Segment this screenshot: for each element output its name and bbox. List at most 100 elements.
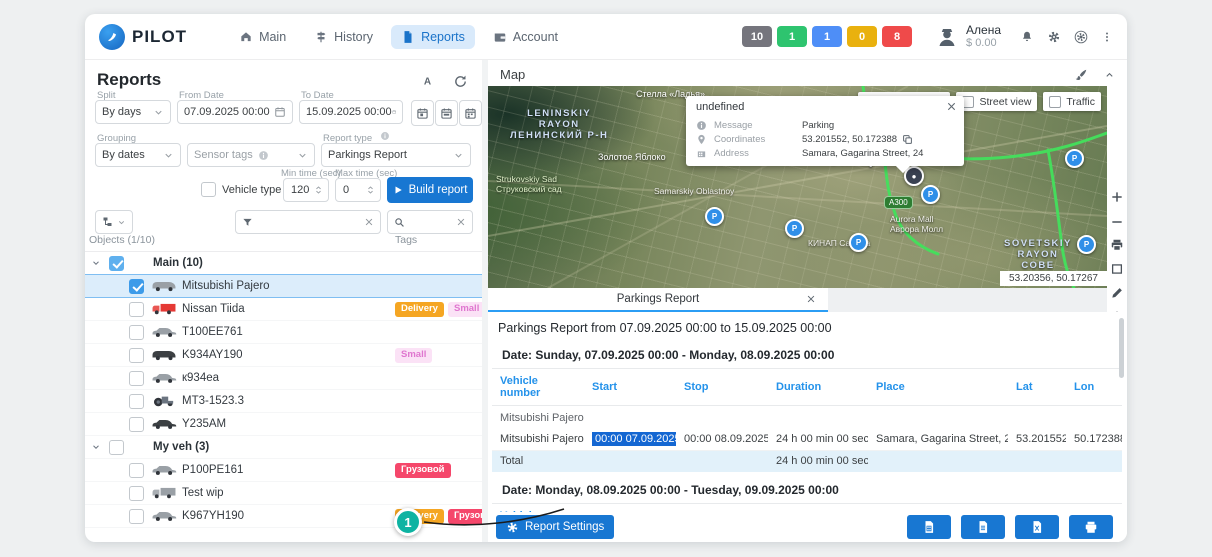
tree-vehicle-row[interactable]: к934ea [85,367,482,390]
clear-search-icon[interactable] [456,217,466,227]
export-pdf-button[interactable] [1015,515,1059,539]
column-header[interactable]: Stop [676,369,768,406]
collapse-map-icon[interactable] [1104,68,1115,82]
pilot-logo[interactable]: PILOT [99,24,187,50]
vehicle-checkbox[interactable] [129,486,144,501]
column-header[interactable]: Lon [1066,503,1122,512]
min-time-input[interactable]: 120 [283,178,329,202]
tree-vehicle-row[interactable]: K967YH190DeliveryГрузовой [85,505,482,528]
popup-close-icon[interactable] [946,101,957,112]
nav-tab-account[interactable]: Account [483,25,568,49]
quick-range-day-button[interactable] [411,100,434,126]
zoom-out-button[interactable] [1110,215,1124,229]
vehicle-checkbox[interactable] [129,394,144,409]
notifications-bell-icon[interactable] [1020,30,1034,44]
nav-tab-history[interactable]: History [304,25,383,49]
vehicle-checkbox[interactable] [129,325,144,340]
user-menu[interactable]: Алена $ 0.00 [935,24,1001,50]
parking-marker[interactable]: P [1065,149,1084,168]
group-checkbox[interactable] [109,256,124,271]
group-checkbox[interactable] [109,440,124,455]
split-select[interactable]: By days [95,100,171,124]
expand-caret-icon[interactable] [91,258,101,268]
close-tab-icon[interactable] [806,294,816,304]
tags-filter-input[interactable] [235,210,381,234]
report-scrollbar[interactable] [1119,318,1124,378]
print-map-button[interactable] [1110,238,1124,252]
parking-marker[interactable]: P [849,233,868,252]
vehicle-checkbox[interactable] [129,463,144,478]
tree-vehicle-row[interactable]: K934AY190Small [85,344,482,367]
column-header[interactable]: Place [868,369,1008,406]
parkings-report-tab[interactable]: Parkings Report [488,288,828,312]
column-header[interactable]: Duration [768,369,868,406]
zoom-in-button[interactable] [1110,190,1124,204]
map-canvas[interactable]: Стелла «Ладья»LENINSKIY RAYON ЛЕНИНСКИЙ … [488,86,1107,288]
print-report-button[interactable] [1069,515,1113,539]
column-header[interactable]: Duration [768,503,868,512]
column-header[interactable]: Vehicle number [492,369,584,406]
spinner-arrows-icon[interactable] [365,183,376,197]
tree-vehicle-row[interactable]: P100PE161Грузовой [85,459,482,482]
clear-filter-icon[interactable] [364,217,374,227]
spinner-arrows-icon[interactable] [313,183,324,197]
report-settings-button[interactable]: Report Settings [496,515,614,539]
system-gear-icon[interactable] [1074,30,1088,44]
export-file-button[interactable] [961,515,1005,539]
settings-gear-icon[interactable] [1047,30,1061,44]
text-size-icon[interactable]: A [420,74,435,89]
tree-vehicle-row[interactable]: Mitsubishi Pajero [85,274,482,298]
column-header[interactable]: Lon [1066,369,1122,406]
parking-marker[interactable]: P [921,185,940,204]
measure-draw-button[interactable] [1110,286,1124,300]
quick-range-week-button[interactable] [435,100,458,126]
report-type-select[interactable]: Parkings Report [321,143,471,167]
parking-marker[interactable]: P [1077,235,1096,254]
from-date-input[interactable]: 07.09.2025 00:00 [177,100,293,124]
tree-vehicle-row[interactable]: MT3-1523.3 [85,390,482,413]
tree-vehicle-row[interactable]: Test wip [85,482,482,505]
tree-vehicle-row[interactable]: Nissan TiidaDeliverySmall [85,298,482,321]
clear-map-brush-icon[interactable] [1074,68,1088,82]
column-header[interactable]: Start [584,503,676,512]
vehicle-checkbox[interactable] [129,371,144,386]
quick-range-month-button[interactable] [459,100,482,126]
vehicle-checkbox[interactable] [129,509,144,524]
column-header[interactable]: Start [584,369,676,406]
refresh-icon[interactable] [453,74,468,89]
search-objects-input[interactable] [387,210,473,234]
street-view-checkbox[interactable]: Street view [956,92,1037,111]
max-time-input[interactable]: 0 [335,178,381,202]
grouping-select[interactable]: By dates [95,143,181,167]
export-xls-button[interactable] [907,515,951,539]
status-badge[interactable]: 8 [882,26,912,47]
status-badge[interactable]: 1 [812,26,842,47]
sensor-tags-select[interactable]: Sensor tags [187,143,315,167]
column-header[interactable]: Vehicle number [492,503,584,512]
nav-tab-reports[interactable]: Reports [391,25,475,49]
column-header[interactable]: Lat [1008,503,1066,512]
traffic-checkbox[interactable]: Traffic [1043,92,1101,111]
vehicle-checkbox[interactable] [129,279,144,294]
tree-vehicle-row[interactable]: T100EE761 [85,321,482,344]
column-header[interactable]: Stop [676,503,768,512]
tree-vehicle-row[interactable]: Y235AM [85,413,482,436]
vehicle-checkbox[interactable] [129,302,144,317]
nav-tab-main[interactable]: Main [229,25,296,49]
copy-link-icon[interactable] [902,134,913,145]
expand-caret-icon[interactable] [91,442,101,452]
vehicle-type-checkbox[interactable] [201,182,216,197]
parking-marker[interactable]: P [705,207,724,226]
tree-group-row[interactable]: My veh (3) [85,436,482,459]
parking-marker[interactable]: P [785,219,804,238]
status-badge[interactable]: 10 [742,26,772,47]
report-data-row[interactable]: Mitsubishi Pajero00:00 07.09.202500:00 0… [492,429,1122,451]
column-header[interactable]: Lat [1008,369,1066,406]
tree-view-mode-button[interactable] [95,210,133,234]
to-date-input[interactable]: 15.09.2025 00:00 [299,100,403,124]
fit-bounds-button[interactable] [1110,262,1124,276]
column-header[interactable]: Place [868,503,1008,512]
kebab-menu-icon[interactable] [1101,30,1113,44]
build-report-button[interactable]: Build report [387,177,473,203]
vehicle-checkbox[interactable] [129,417,144,432]
